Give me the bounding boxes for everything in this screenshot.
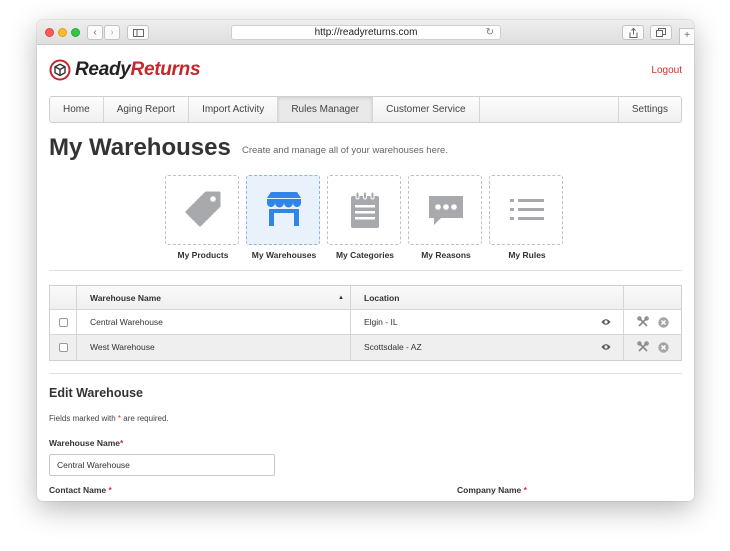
browser-toolbar: ‹ › http://readyreturns.com ↻ + (37, 20, 694, 45)
nav-import-activity[interactable]: Import Activity (189, 97, 279, 122)
nav-home[interactable]: Home (50, 97, 104, 122)
sort-icon[interactable]: ▲ (338, 286, 344, 310)
warehouses-table: Warehouse Name ▲ Location Central Wareho… (49, 285, 682, 361)
contact-name-label: Contact Name * (49, 485, 112, 495)
sidebar-toggle-button[interactable] (127, 25, 149, 40)
required-asterisk: * (117, 414, 122, 423)
sidebar-icon (132, 29, 144, 37)
remove-icon[interactable] (658, 317, 669, 328)
section-title: Edit Warehouse (49, 386, 143, 400)
table-row[interactable]: West Warehouse Scottsdale - AZ (50, 335, 681, 360)
column-header-location: Location (351, 286, 624, 309)
storefront-icon (267, 192, 301, 226)
list-icon (510, 199, 544, 220)
reload-icon[interactable]: ↻ (486, 26, 494, 39)
cell-location: Elgin - IL (351, 310, 624, 334)
wrench-icon[interactable] (637, 341, 649, 353)
nav-customer-service[interactable]: Customer Service (373, 97, 480, 122)
main-nav: Home Aging Report Import Activity Rules … (49, 96, 682, 123)
back-button[interactable]: ‹ (87, 25, 103, 40)
browser-window: ‹ › http://readyreturns.com ↻ + ReadyRet… (37, 20, 694, 501)
cell-warehouse-name: Central Warehouse (77, 310, 351, 334)
tile-label: My Products (177, 250, 229, 260)
zoom-window-button[interactable] (71, 28, 80, 37)
table-header-row: Warehouse Name ▲ Location (50, 286, 681, 310)
nav-aging-report[interactable]: Aging Report (104, 97, 190, 122)
tile-label: My Reasons (421, 250, 471, 260)
notepad-icon (351, 191, 379, 228)
header-check-cell (50, 286, 77, 309)
nav-settings[interactable]: Settings (619, 97, 681, 122)
tile-my-warehouses[interactable]: My Warehouses (246, 175, 320, 260)
page-subtitle: Create and manage all of your warehouses… (242, 145, 448, 156)
remove-icon[interactable] (658, 342, 669, 353)
logout-link[interactable]: Logout (651, 65, 682, 76)
required-note: Fields marked with * are required. (49, 414, 169, 423)
forward-button[interactable]: › (104, 25, 120, 40)
tile-label: My Rules (508, 250, 546, 260)
cell-location-text: Elgin - IL (364, 317, 398, 327)
tile-my-categories[interactable]: My Categories (327, 175, 401, 260)
warehouse-name-label: Warehouse Name* (49, 438, 124, 448)
row-actions (624, 335, 683, 360)
divider (49, 270, 682, 271)
row-actions (624, 310, 683, 334)
share-icon (629, 27, 637, 38)
logo[interactable]: ReadyReturns (49, 58, 201, 82)
column-header-actions (624, 286, 683, 309)
cell-location: Scottsdale - AZ (351, 335, 624, 360)
minimize-window-button[interactable] (58, 28, 67, 37)
tabs-button[interactable] (650, 25, 672, 40)
box-logo-icon (49, 59, 71, 81)
warehouse-name-input[interactable] (49, 454, 275, 476)
nav-rules-manager[interactable]: Rules Manager (278, 97, 374, 122)
row-check-cell (50, 335, 77, 360)
row-checkbox[interactable] (59, 318, 68, 327)
cell-location-text: Scottsdale - AZ (364, 342, 422, 352)
divider (49, 373, 682, 374)
company-name-label: Company Name * (457, 485, 527, 495)
share-button[interactable] (622, 25, 644, 40)
tile-my-rules[interactable]: My Rules (489, 175, 563, 260)
tag-icon (185, 191, 221, 227)
wrench-icon[interactable] (637, 316, 649, 328)
page-title: My Warehouses (49, 134, 231, 161)
logo-text: ReadyReturns (75, 59, 201, 80)
nav-spacer (480, 97, 619, 122)
address-bar[interactable]: http://readyreturns.com ↻ (231, 25, 501, 40)
table-row[interactable]: Central Warehouse Elgin - IL (50, 310, 681, 335)
tile-label: My Categories (335, 250, 395, 260)
row-checkbox[interactable] (59, 343, 68, 352)
column-header-label: Location (364, 293, 400, 303)
url-text: http://readyreturns.com (314, 27, 418, 38)
close-window-button[interactable] (45, 28, 54, 37)
new-tab-button[interactable]: + (679, 28, 694, 45)
eye-icon[interactable] (601, 318, 611, 326)
row-check-cell (50, 310, 77, 334)
cell-warehouse-name: West Warehouse (77, 335, 351, 360)
tile-my-products[interactable]: My Products (165, 175, 239, 260)
column-header-warehouse-name[interactable]: Warehouse Name ▲ (77, 286, 351, 309)
speech-bubble-icon (429, 196, 463, 225)
column-header-label: Warehouse Name (90, 293, 162, 303)
tile-label: My Warehouses (251, 250, 317, 260)
tile-my-reasons[interactable]: My Reasons (408, 175, 482, 260)
eye-icon[interactable] (601, 343, 611, 351)
tabs-icon (656, 28, 666, 37)
